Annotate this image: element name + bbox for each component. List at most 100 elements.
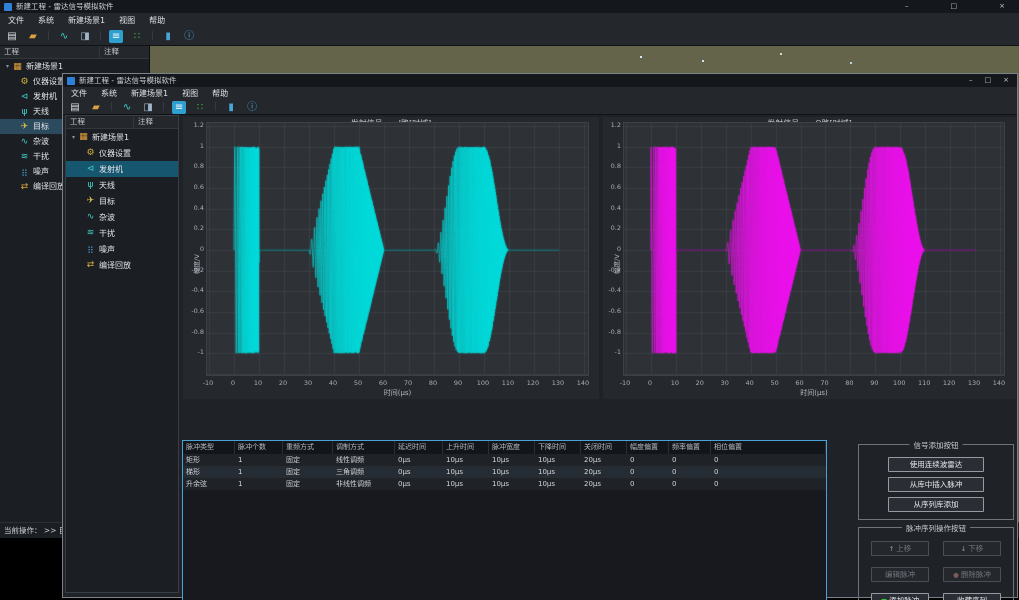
y-tick-label: -1 bbox=[605, 348, 621, 356]
minimize-button[interactable]: – bbox=[905, 0, 909, 13]
maximize-button[interactable]: □ bbox=[985, 74, 992, 87]
pulse-table-header-cell[interactable]: 脉冲宽度 bbox=[489, 441, 535, 454]
pulse-table-header-cell[interactable]: 频率偏置 bbox=[669, 441, 711, 454]
export-icon[interactable]: ◨ bbox=[141, 101, 155, 114]
new-file-icon[interactable]: ▤ bbox=[5, 30, 19, 43]
new-file-icon[interactable]: ▤ bbox=[68, 101, 82, 114]
waveform-icon[interactable]: ∿ bbox=[120, 101, 134, 114]
button-从序列库添加[interactable]: 从序列库添加 bbox=[888, 497, 984, 512]
signal-add-group: 信号添加按钮 使用连续波雷达从库中插入脉冲从序列库添加 bbox=[858, 444, 1014, 520]
button-从库中插入脉冲[interactable]: 从库中插入脉冲 bbox=[888, 477, 984, 492]
pulse-table-header-cell[interactable]: 延迟时间 bbox=[395, 441, 443, 454]
menu-item[interactable]: 文件 bbox=[8, 15, 24, 26]
tree-item-编译回放[interactable]: ⇄编译回放 bbox=[66, 257, 178, 273]
menu-item[interactable]: 系统 bbox=[38, 15, 54, 26]
table-row[interactable]: 升余弦1固定非线性调频0μs10μs10μs10μs20μs000 bbox=[183, 478, 826, 490]
scene-icon: ▦ bbox=[78, 132, 89, 142]
menu-item[interactable]: 帮助 bbox=[212, 88, 228, 99]
desktop: 新建工程 - 雷达信号模拟软件 –□× 文件系统新建场景1视图帮助 ▤▰|∿◨|… bbox=[0, 0, 1019, 600]
pulse-table-header: 脉冲类型脉冲个数重频方式调制方式延迟时间上升时间脉冲宽度下降时间关闭时间幅度偏置… bbox=[183, 441, 826, 454]
tree-item-仪器设置[interactable]: ⚙仪器设置 bbox=[66, 145, 178, 161]
fg-window-body: 工程注释▾▦新建场景1⚙仪器设置⊲发射机ψ天线✈目标∿杂波≋干扰⣶噪声⇄编译回放… bbox=[63, 115, 1017, 597]
pulse-table-header-cell[interactable]: 脉冲个数 bbox=[235, 441, 283, 454]
list-view-icon[interactable]: ≡ bbox=[172, 101, 186, 114]
tree-expander-icon[interactable]: ▾ bbox=[72, 134, 75, 141]
toolbar-divider: | bbox=[99, 30, 102, 43]
menu-item[interactable]: 系统 bbox=[101, 88, 117, 99]
pulse-table-header-cell[interactable]: 重频方式 bbox=[283, 441, 333, 454]
table-row[interactable]: 矩形1固定线性调频0μs10μs10μs10μs20μs000 bbox=[183, 454, 826, 466]
tree-item-天线[interactable]: ψ天线 bbox=[66, 177, 178, 193]
maximize-button[interactable]: □ bbox=[951, 0, 958, 13]
tree-root-item[interactable]: ▾▦新建场景1 bbox=[66, 129, 178, 145]
x-tick-label: 90 bbox=[870, 379, 878, 387]
tree-item-label: 编译回放 bbox=[99, 260, 131, 271]
table-row[interactable]: 梯形1固定三角调频0μs10μs10μs10μs20μs000 bbox=[183, 466, 826, 478]
waveform-canvas[interactable] bbox=[207, 123, 588, 375]
pulse-table-header-cell[interactable]: 下降时间 bbox=[535, 441, 581, 454]
tree-item-杂波[interactable]: ∿杂波 bbox=[66, 209, 178, 225]
y-tick-label: -1 bbox=[188, 348, 204, 356]
toolbar-divider: | bbox=[214, 101, 217, 114]
list-view-icon[interactable]: ≡ bbox=[109, 30, 123, 43]
window-title: 新建工程 - 雷达信号模拟软件 bbox=[79, 75, 176, 86]
info-icon[interactable]: ⓘ bbox=[245, 101, 259, 114]
waveform-icon[interactable]: ∿ bbox=[57, 30, 71, 43]
close-button[interactable]: × bbox=[999, 0, 1005, 13]
button-上移[interactable]: ↑上移 bbox=[871, 541, 929, 556]
button-label: 删除脉冲 bbox=[961, 570, 991, 579]
pulse-table-header-cell[interactable]: 关闭时间 bbox=[581, 441, 627, 454]
grid-dots-icon[interactable]: ∷ bbox=[130, 30, 144, 43]
tree-item-噪声[interactable]: ⣶噪声 bbox=[66, 241, 178, 257]
tree-item-目标[interactable]: ✈目标 bbox=[66, 193, 178, 209]
button-添加脉冲[interactable]: ■添加脉冲 bbox=[871, 593, 929, 600]
window-title: 新建工程 - 雷达信号模拟软件 bbox=[16, 1, 113, 12]
button-编辑脉冲[interactable]: 编辑脉冲 bbox=[871, 567, 929, 582]
open-folder-icon[interactable]: ▰ bbox=[26, 30, 40, 43]
pulse-ops-group: 脉冲序列操作按钮 ↑上移↓下移编辑脉冲●删除脉冲■添加脉冲收藏序列 bbox=[858, 527, 1014, 600]
menu-item[interactable]: 视图 bbox=[182, 88, 198, 99]
x-tick-label: 30 bbox=[721, 379, 729, 387]
x-tick-label: 30 bbox=[304, 379, 312, 387]
plot-area[interactable] bbox=[206, 122, 589, 376]
tree-item-label: 发射机 bbox=[33, 91, 57, 102]
table-cell: 固定 bbox=[283, 478, 333, 490]
button-收藏序列[interactable]: 收藏序列 bbox=[943, 593, 1001, 600]
x-tick-label: 20 bbox=[279, 379, 287, 387]
panel-icon[interactable]: ▮ bbox=[224, 101, 238, 114]
noise-icon: ⣶ bbox=[85, 244, 96, 254]
waveform-canvas[interactable] bbox=[624, 123, 1004, 375]
plot-area[interactable] bbox=[623, 122, 1005, 376]
menu-item[interactable]: 新建场景1 bbox=[68, 15, 105, 26]
grid-dots-icon[interactable]: ∷ bbox=[193, 101, 207, 114]
open-folder-icon[interactable]: ▰ bbox=[89, 101, 103, 114]
x-tick-label: 70 bbox=[404, 379, 412, 387]
info-icon[interactable]: ⓘ bbox=[182, 30, 196, 43]
minimize-button[interactable]: – bbox=[969, 74, 973, 87]
menu-item[interactable]: 新建场景1 bbox=[131, 88, 168, 99]
button-删除脉冲[interactable]: ●删除脉冲 bbox=[943, 567, 1001, 582]
table-cell: 10μs bbox=[535, 478, 581, 490]
signal-add-group-title: 信号添加按钮 bbox=[910, 440, 963, 451]
menu-item[interactable]: 文件 bbox=[71, 88, 87, 99]
pulse-table-header-cell[interactable]: 脉冲类型 bbox=[183, 441, 235, 454]
pulse-table-header-cell[interactable]: 相位偏置 bbox=[711, 441, 826, 454]
tree-expander-icon[interactable]: ▾ bbox=[6, 63, 9, 70]
panel-icon[interactable]: ▮ bbox=[161, 30, 175, 43]
pulse-table-header-cell[interactable]: 幅度偏置 bbox=[627, 441, 669, 454]
tree-item-发射机[interactable]: ⊲发射机 bbox=[66, 161, 178, 177]
button-使用连续波雷达[interactable]: 使用连续波雷达 bbox=[888, 457, 984, 472]
pulse-table-header-cell[interactable]: 上升时间 bbox=[443, 441, 489, 454]
button-label: 编辑脉冲 bbox=[885, 570, 915, 579]
tree-root-item[interactable]: ▾▦新建场景1 bbox=[0, 59, 149, 74]
menu-item[interactable]: 视图 bbox=[119, 15, 135, 26]
tree-item-干扰[interactable]: ≋干扰 bbox=[66, 225, 178, 241]
button-下移[interactable]: ↓下移 bbox=[943, 541, 1001, 556]
pulse-table-header-cell[interactable]: 调制方式 bbox=[333, 441, 395, 454]
replay-icon: ⇄ bbox=[19, 182, 30, 192]
table-cell: 10μs bbox=[443, 478, 489, 490]
table-cell: 20μs bbox=[581, 454, 627, 466]
menu-item[interactable]: 帮助 bbox=[149, 15, 165, 26]
export-icon[interactable]: ◨ bbox=[78, 30, 92, 43]
close-button[interactable]: × bbox=[1003, 74, 1009, 87]
